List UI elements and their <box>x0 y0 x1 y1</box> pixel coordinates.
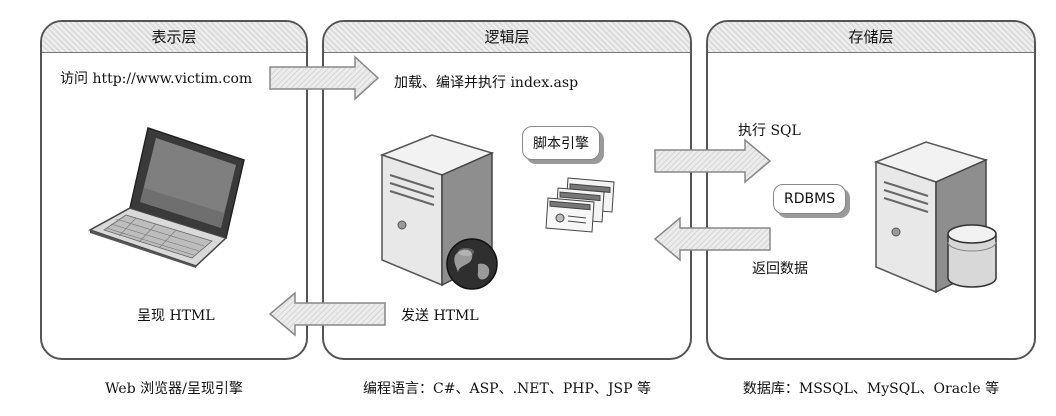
return-data-arrow <box>653 216 771 262</box>
render-html-label: 呈现 HTML <box>137 308 215 324</box>
globe-icon <box>446 238 498 290</box>
presentation-caption: Web 浏览器/呈现引擎 <box>105 381 243 397</box>
rdbms-label: RDBMS <box>773 184 847 214</box>
sql-arrow <box>654 138 772 184</box>
return-data-label: 返回数据 <box>752 261 808 277</box>
execute-sql-label: 执行 SQL <box>738 123 801 139</box>
visit-url-label: 访问 http://www.victim.com <box>60 71 253 87</box>
logic-caption: 编程语言：C#、ASP、.NET、PHP、JSP 等 <box>363 381 651 397</box>
script-engine-label: 脚本引擎 <box>522 126 600 160</box>
response-arrow <box>268 291 386 337</box>
documents-icon <box>545 177 615 233</box>
load-compile-execute-label: 加载、编译并执行 index.asp <box>394 75 579 91</box>
laptop-icon <box>88 127 245 268</box>
request-arrow <box>269 55 380 101</box>
database-icon <box>947 224 997 288</box>
send-html-label: 发送 HTML <box>401 308 479 324</box>
storage-caption: 数据库：MSSQL、MySQL、Oracle 等 <box>742 381 1000 397</box>
